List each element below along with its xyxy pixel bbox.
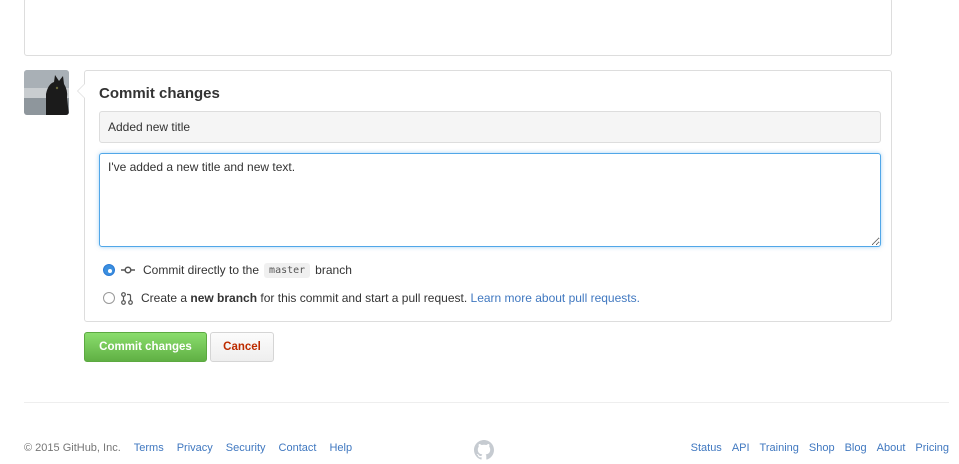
footer-link-help[interactable]: Help [329,442,352,454]
new-branch-radio[interactable] [103,292,115,304]
commit-form-title: Commit changes [99,85,220,102]
footer-link-privacy[interactable]: Privacy [177,442,213,454]
avatar [24,70,69,115]
footer-link-contact[interactable]: Contact [279,442,317,454]
commit-description-textarea[interactable]: I've added a new title and new text. [99,153,881,247]
git-pull-request-icon [121,291,133,305]
new-branch-bold: new branch [190,291,258,305]
commit-changes-button[interactable]: Commit changes [84,332,207,362]
new-branch-option[interactable]: Create a new branch for this commit and … [103,289,640,307]
commit-direct-radio[interactable] [103,264,115,276]
footer-link-terms[interactable]: Terms [134,442,164,454]
commit-direct-option[interactable]: Commit directly to the master branch [103,261,352,279]
footer-link-training[interactable]: Training [760,442,799,454]
footer-link-status[interactable]: Status [691,442,722,454]
footer-link-pricing[interactable]: Pricing [915,442,949,454]
footer-link-blog[interactable]: Blog [845,442,867,454]
footer-link-about[interactable]: About [877,442,906,454]
commit-direct-suffix: branch [315,263,352,277]
footer-right: Status API Training Shop Blog About Pric… [691,442,949,454]
github-mark-icon[interactable] [473,439,495,461]
branch-name-label: master [264,262,311,278]
new-branch-suffix: for this commit and start a pull request… [260,291,468,305]
copyright-text: © 2015 GitHub, Inc. [24,442,121,454]
new-branch-prefix: Create a [141,291,188,305]
commit-form: Commit changes I've added a new title an… [77,70,892,322]
git-commit-icon [121,265,135,275]
footer-link-api[interactable]: API [732,442,750,454]
pull-requests-help-link[interactable]: Learn more about pull requests. [471,291,640,305]
footer-link-security[interactable]: Security [226,442,266,454]
footer-divider [24,402,949,403]
previous-editor-box [24,0,892,56]
cancel-button[interactable]: Cancel [210,332,274,362]
footer-link-shop[interactable]: Shop [809,442,835,454]
commit-summary-input[interactable] [99,111,881,143]
commit-direct-prefix: Commit directly to the [143,263,260,277]
footer-left: © 2015 GitHub, Inc. Terms Privacy Securi… [24,442,352,454]
